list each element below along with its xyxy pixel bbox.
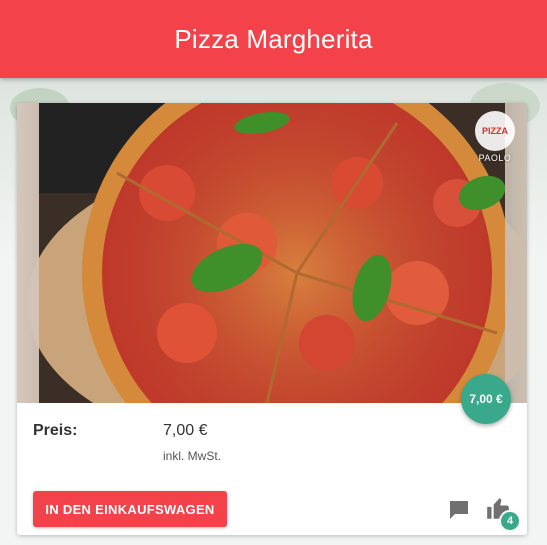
tax-note: inkl. MwSt. [163, 449, 222, 463]
restaurant-logo: PIZZA PAOLO [469, 111, 521, 167]
product-card: PIZZA PAOLO 7,00 € Preis: 7,00 € inkl. M… [17, 103, 527, 535]
add-to-cart-button[interactable]: IN DEN EINKAUFSWAGEN [33, 491, 227, 527]
pizza-illustration [17, 103, 527, 403]
product-image[interactable]: PIZZA PAOLO [17, 103, 527, 403]
logo-text: PAOLO [478, 153, 512, 163]
price-label: Preis: [33, 422, 78, 439]
like-button[interactable]: 4 [485, 496, 525, 536]
page-title: Pizza Margherita [174, 23, 373, 54]
pizza-logo-icon: PIZZA [475, 111, 515, 151]
comment-icon[interactable] [447, 498, 471, 522]
app-header: Pizza Margherita [0, 0, 547, 78]
like-count-badge: 4 [499, 510, 521, 532]
price-badge: 7,00 € [461, 374, 511, 424]
price-value: 7,00 € [163, 422, 208, 439]
